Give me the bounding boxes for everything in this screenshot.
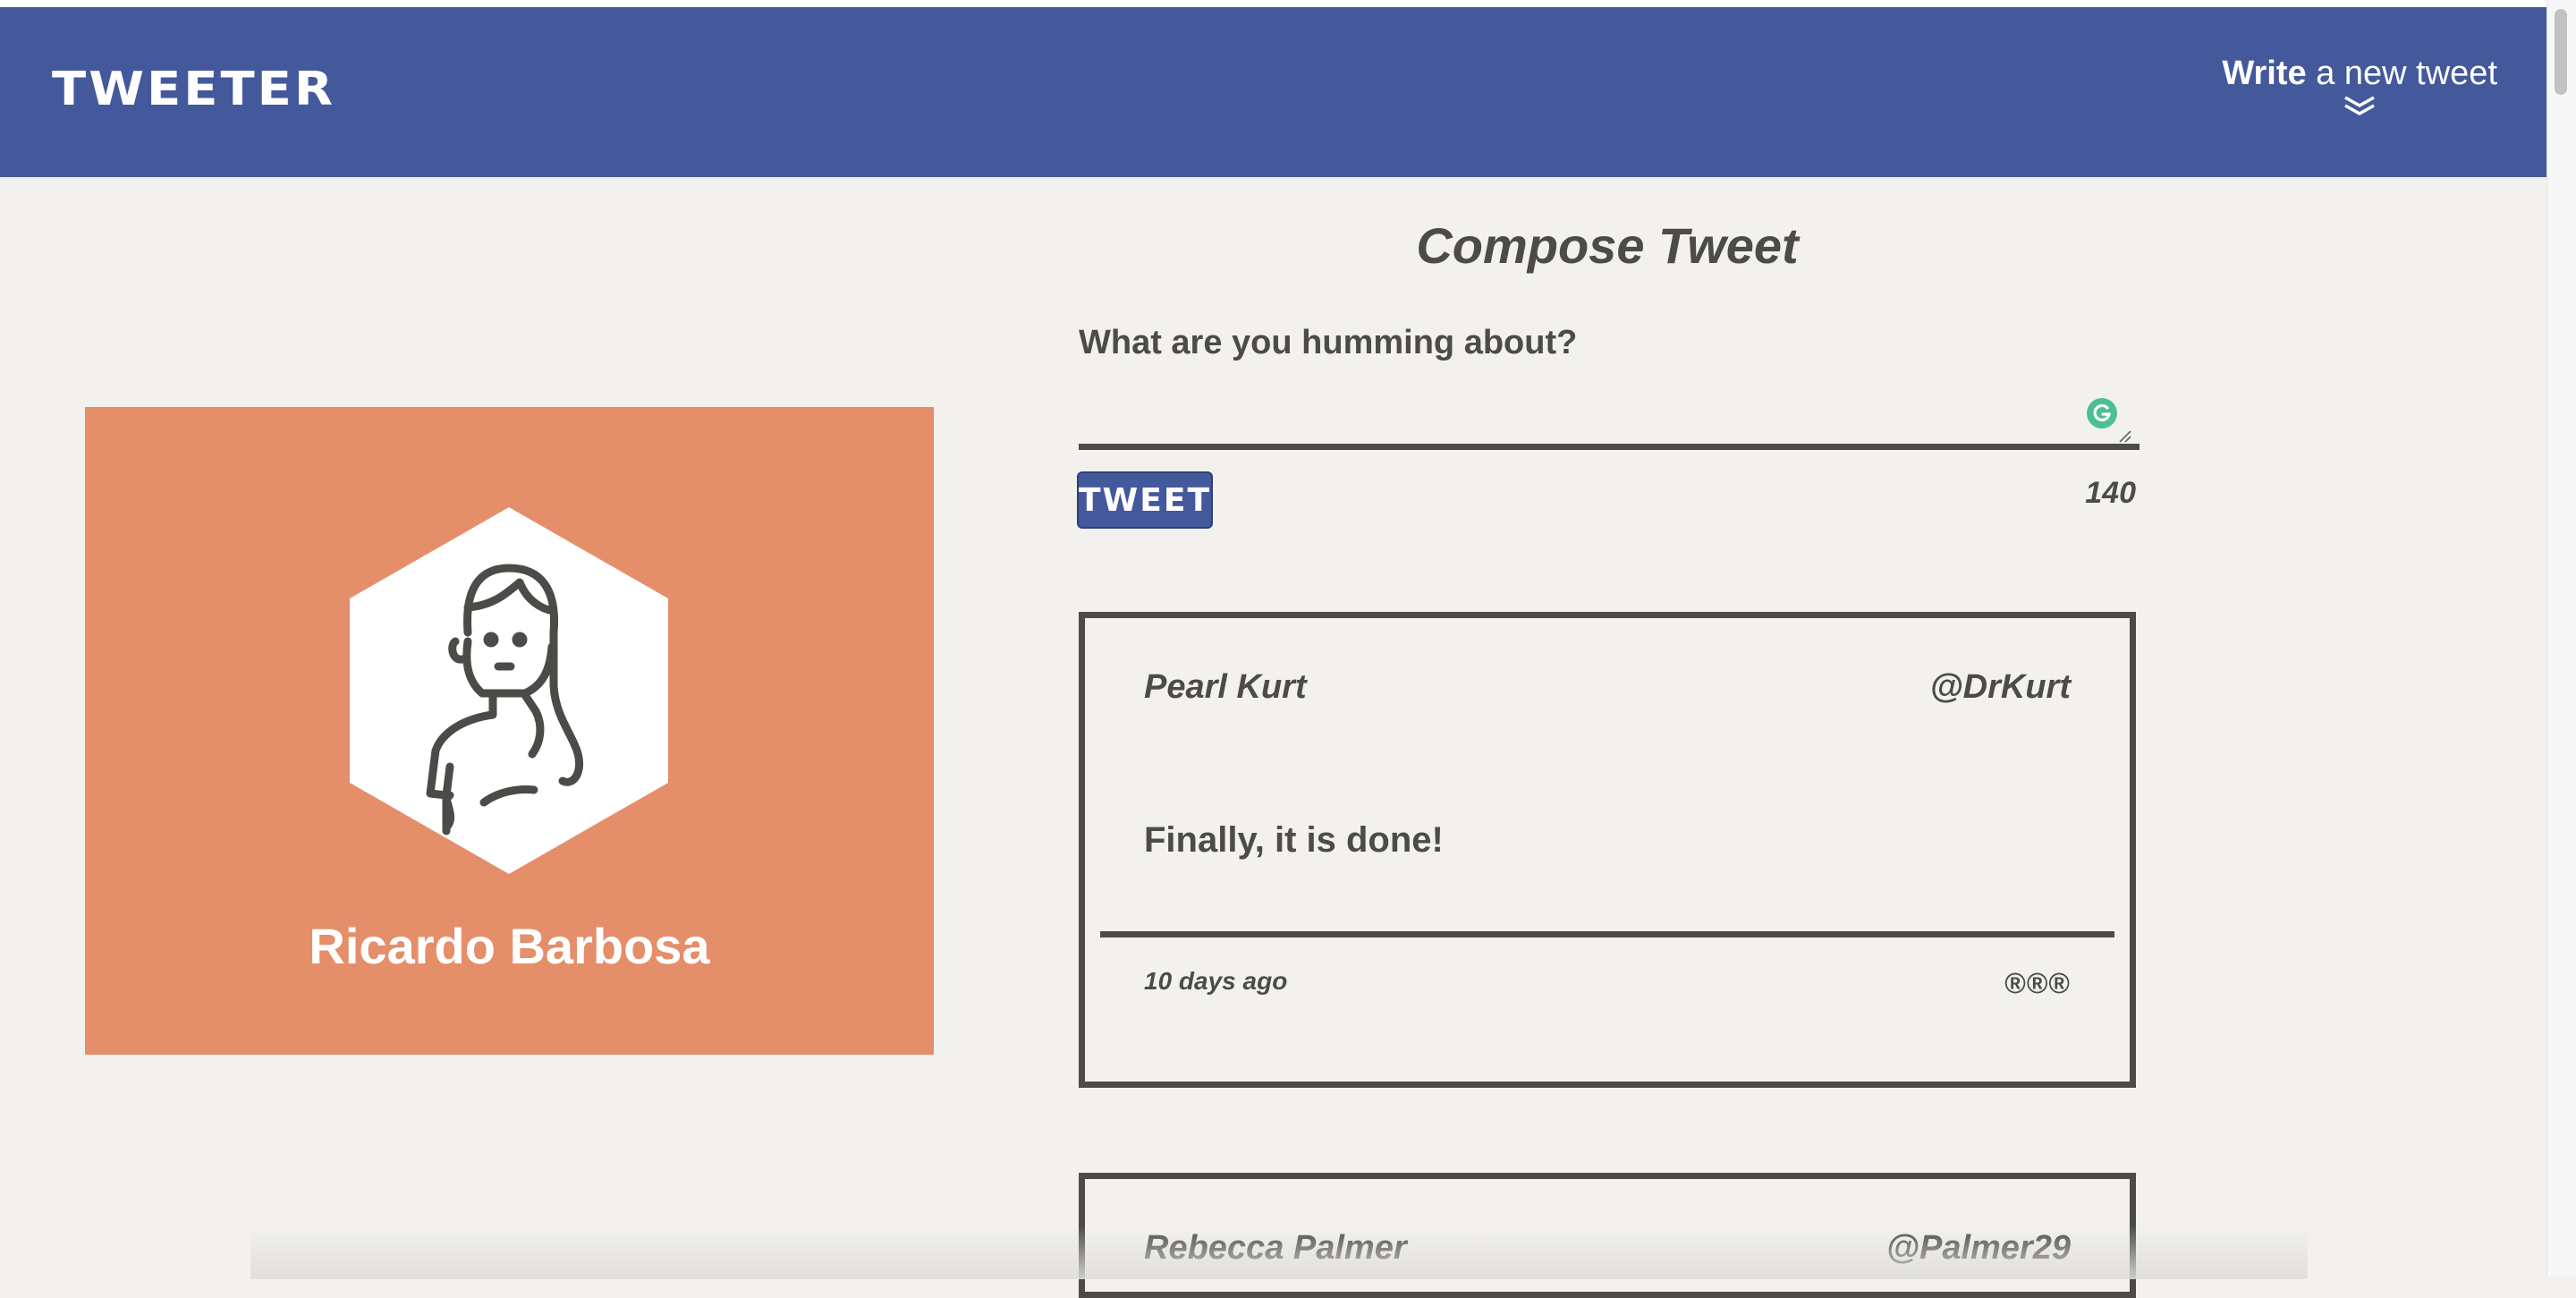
grammarly-icon[interactable]	[2086, 397, 2118, 429]
tweet-author-handle: @Palmer29	[1885, 1229, 2071, 1267]
window-top-edge	[0, 0, 2547, 7]
profile-card: Ricardo Barbosa	[85, 407, 934, 1055]
tweet-button[interactable]: TWEET	[1077, 471, 1213, 529]
person-avatar-icon	[350, 507, 668, 874]
profile-first-name: Ricardo	[309, 918, 496, 974]
profile-name: Ricardo Barbosa	[85, 917, 934, 975]
resize-grip-icon[interactable]	[2116, 428, 2132, 444]
tweet-textarea[interactable]	[1079, 376, 2140, 450]
page-scrollbar[interactable]	[2546, 0, 2576, 1277]
tweet-author-name: Pearl Kurt	[1144, 668, 1307, 706]
tweet-content: Finally, it is done!	[1144, 820, 1444, 860]
scrollbar-thumb[interactable]	[2555, 9, 2567, 95]
compose-title: Compose Tweet	[1416, 217, 1799, 274]
tweet-author-name: Rebecca Palmer	[1144, 1229, 1407, 1267]
write-new-tweet-toggle[interactable]: Write a new tweet	[2222, 54, 2497, 116]
app-logo: TWEETER	[52, 63, 336, 116]
tweet-divider	[1100, 931, 2114, 937]
tweet-card: Rebecca Palmer @Palmer29	[1079, 1173, 2136, 1298]
compose-label: What are you humming about?	[1079, 324, 1578, 361]
tweet-author-handle: @DrKurt	[1929, 668, 2071, 706]
write-label-rest: a new tweet	[2306, 55, 2497, 92]
tweet-timestamp: 10 days ago	[1144, 967, 1288, 995]
write-label-strong: Write	[2222, 55, 2307, 92]
top-nav: TWEETER Write a new tweet	[0, 7, 2547, 177]
tweet-action-icons[interactable]: ®®®	[2004, 967, 2071, 1000]
character-counter: 140	[2085, 476, 2136, 510]
tweet-card: Pearl Kurt @DrKurt Finally, it is done! …	[1079, 612, 2136, 1088]
profile-last-name: Barbosa	[495, 918, 710, 974]
double-chevron-down-icon	[2344, 96, 2376, 116]
